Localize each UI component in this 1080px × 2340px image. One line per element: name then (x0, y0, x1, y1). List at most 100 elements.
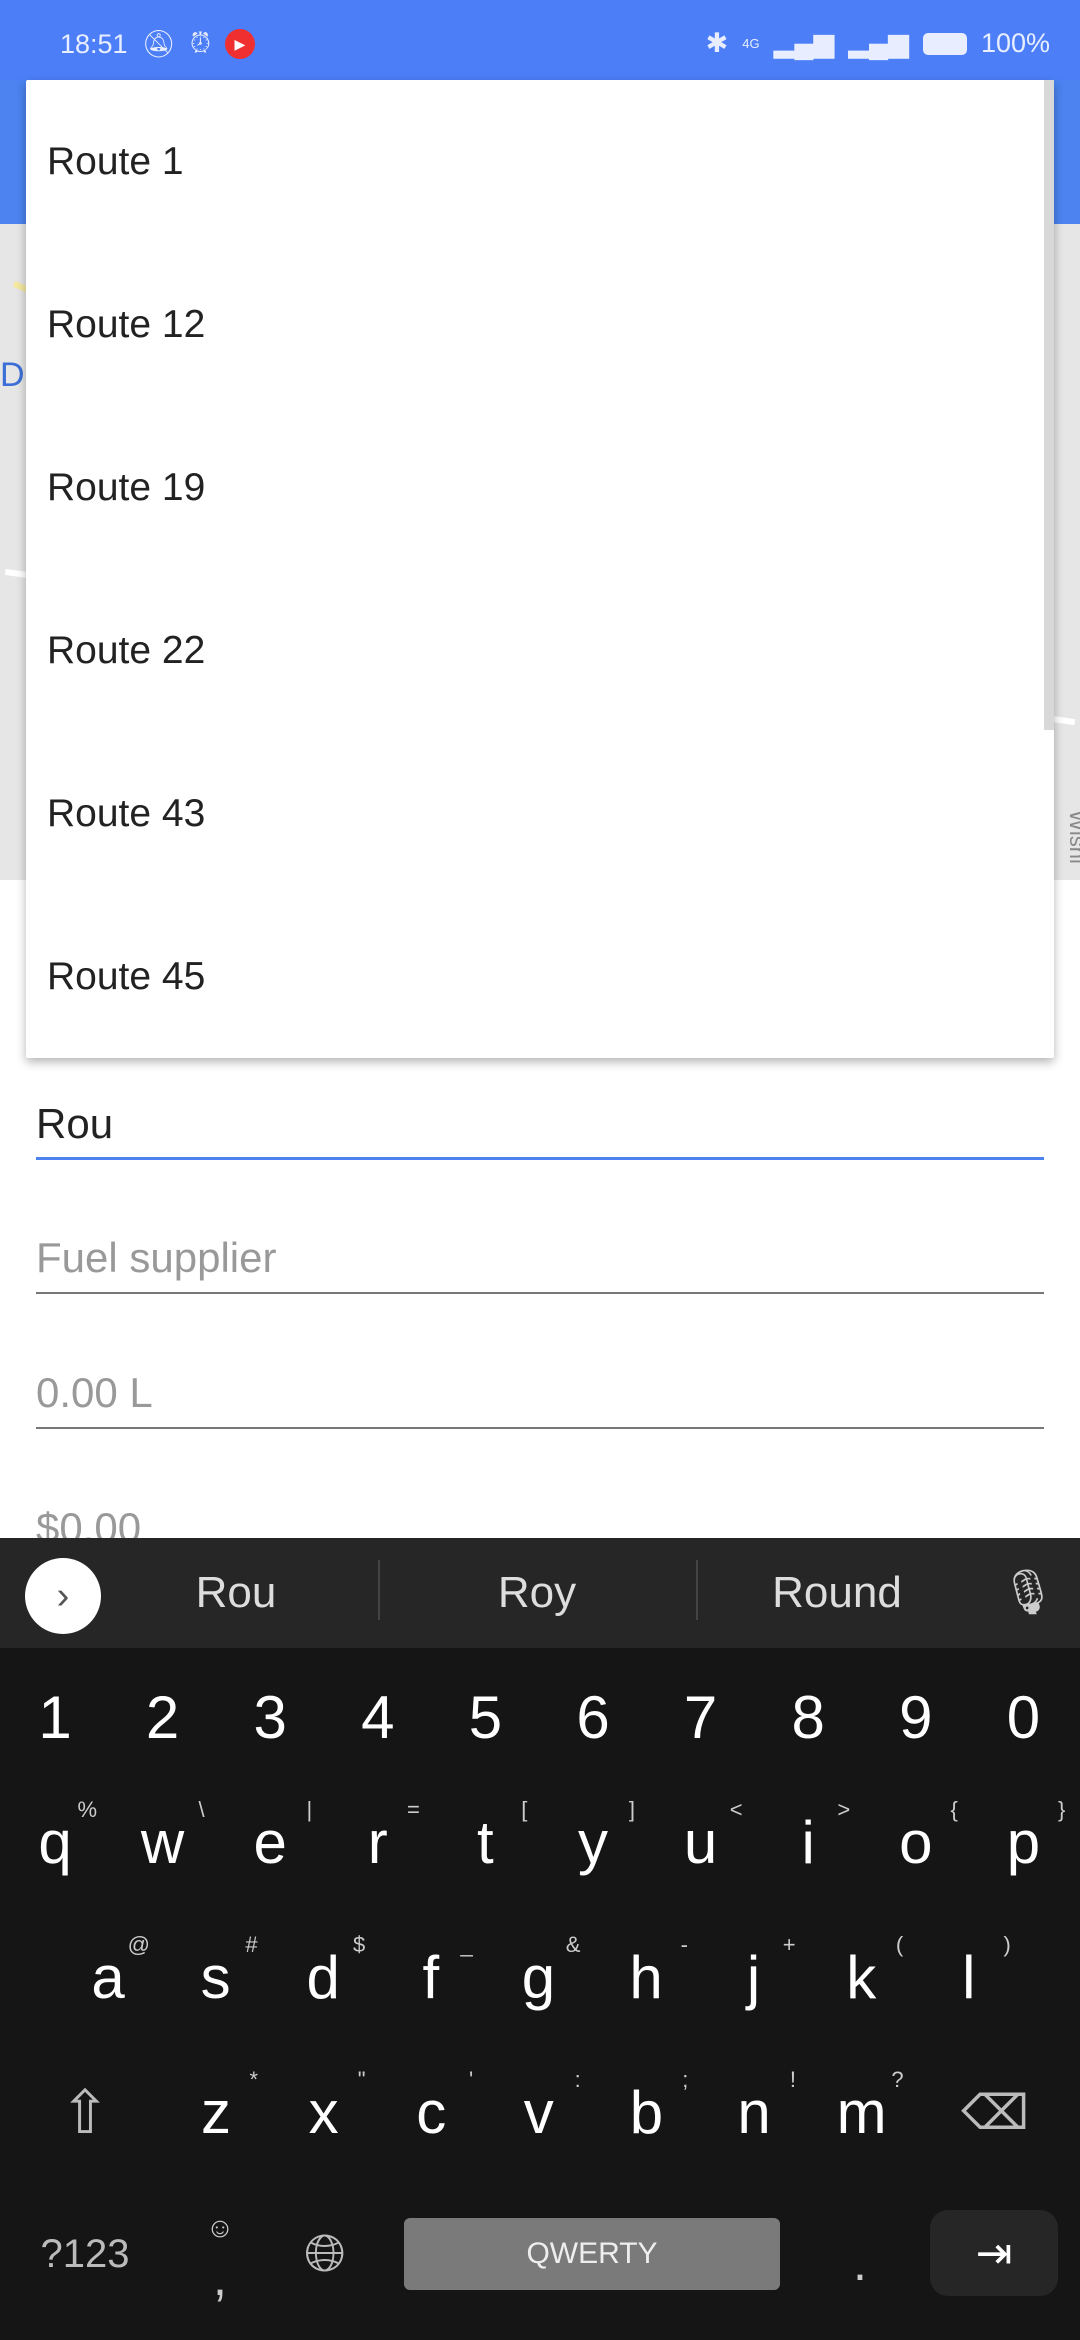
dropdown-item[interactable]: Route 43 (26, 732, 1054, 895)
key[interactable]: m? (812, 2045, 912, 2180)
key-label: x (308, 2079, 339, 2146)
alarm-icon: ⏰︎ (189, 28, 211, 58)
key-label: 0 (1006, 1684, 1041, 1751)
key[interactable]: 9 (866, 1650, 966, 1785)
suggestion[interactable]: Round (687, 1538, 987, 1648)
key[interactable]: p} (973, 1775, 1073, 1910)
key[interactable]: s # (166, 1910, 266, 2045)
key[interactable]: 2 (113, 1650, 213, 1785)
dropdown-item[interactable]: Route 22 (26, 569, 1054, 732)
key-row: ⇧ ⌫ z * x " c ' v: b; n! m? (0, 2045, 1080, 2180)
key-label: w (140, 1809, 185, 1876)
key-label: 7 (683, 1684, 718, 1751)
comma-key[interactable]: ☺, (170, 2212, 270, 2308)
key-hint: ' (468, 2067, 474, 2092)
key[interactable]: x " (274, 2045, 374, 2180)
key[interactable]: t[ (435, 1775, 535, 1910)
key-hint: > (837, 1797, 851, 1822)
key-hint: [ (521, 1797, 528, 1822)
key[interactable]: 4 (328, 1650, 428, 1785)
key-hint: - (680, 1932, 688, 1957)
status-bar: 18:51 🔕︎ ⏰︎ ▶ ✱ 4G ▂▄▆ ▂▄▆ 100% (0, 0, 1080, 80)
suggestion[interactable]: Roy (387, 1538, 687, 1648)
globe-icon[interactable]: 🌐︎ (275, 2218, 375, 2290)
key[interactable]: 6 (543, 1650, 643, 1785)
dropdown-item[interactable]: Route 12 (26, 243, 1054, 406)
divider (378, 1560, 380, 1620)
key-label: j (746, 1944, 761, 2011)
key[interactable]: e | (220, 1775, 320, 1910)
key[interactable]: o{ (866, 1775, 966, 1910)
key[interactable]: 1 (5, 1650, 105, 1785)
key[interactable]: 3 (220, 1650, 320, 1785)
key[interactable]: i > (758, 1775, 858, 1910)
fuel-supplier-input[interactable]: Fuel supplier (36, 1234, 1044, 1294)
key[interactable]: c ' (381, 2045, 481, 2180)
key-hint: _ (460, 1932, 473, 1957)
key[interactable]: u < (651, 1775, 751, 1910)
key-label: 9 (899, 1684, 933, 1751)
key-hint: $ (352, 1932, 366, 1957)
dropdown-item[interactable]: Route 45 (26, 895, 1054, 1058)
key[interactable]: b; (596, 2045, 696, 2180)
key-label: b (629, 2079, 664, 2146)
shift-icon[interactable]: ⇧ (30, 2045, 140, 2180)
key[interactable]: v: (489, 2045, 589, 2180)
symbols-key[interactable]: ?123 (20, 2218, 150, 2290)
key[interactable]: g & (488, 1910, 588, 2045)
network-type: 4G (742, 36, 760, 51)
route-input[interactable]: Rou (36, 1100, 1044, 1160)
key-label: o (899, 1809, 933, 1876)
key-hint: : (574, 2067, 581, 2092)
key[interactable]: 8 (758, 1650, 858, 1785)
space-bar[interactable]: QWERTY (404, 2218, 780, 2290)
dropdown-item[interactable]: Route 19 (26, 406, 1054, 569)
key[interactable]: l) (919, 1910, 1019, 2045)
key[interactable]: j + (704, 1910, 804, 2045)
dropdown-item[interactable]: Route 1 (26, 80, 1054, 243)
key-row: q% w \ e | r = t[y] u < i > o{p} (0, 1775, 1080, 1910)
key-hint: @ (127, 1932, 150, 1957)
key-label: p (1006, 1809, 1041, 1876)
key[interactable]: z * (166, 2045, 266, 2180)
key[interactable]: 5 (435, 1650, 535, 1785)
suggestion[interactable]: Rou (86, 1538, 386, 1648)
key-hint: ? (891, 2067, 904, 2092)
key-label: 6 (576, 1684, 610, 1751)
key-label: s (200, 1944, 231, 2011)
key-label: 3 (253, 1684, 287, 1751)
key[interactable]: 7 (651, 1650, 751, 1785)
key-label: e (253, 1809, 287, 1876)
key[interactable]: a @ (58, 1910, 158, 2045)
key-label: 5 (468, 1684, 503, 1751)
key-hint: < (729, 1797, 743, 1822)
key-hint: | (306, 1797, 313, 1822)
key-label: y (578, 1809, 608, 1876)
route-dropdown[interactable]: Route 1 Route 12 Route 19 Route 22 Route… (26, 80, 1054, 1058)
microphone-icon[interactable]: 🎙︎ (1000, 1566, 1056, 1618)
key-hint: ; (682, 2067, 689, 2092)
key[interactable]: d $ (273, 1910, 373, 2045)
bottom-row: ?123 ☺, 🌐︎ QWERTY . ⇥ (0, 2210, 1080, 2318)
key-label: 8 (791, 1684, 825, 1751)
backspace-icon[interactable]: ⌫ (940, 2045, 1050, 2180)
key[interactable]: f _ (381, 1910, 481, 2045)
tab-next-icon[interactable]: ⇥ (930, 2210, 1058, 2296)
period-key[interactable]: . (810, 2218, 910, 2308)
key[interactable]: q% (5, 1775, 105, 1910)
key[interactable]: y] (543, 1775, 643, 1910)
key-label: n (737, 2079, 771, 2146)
key[interactable]: w \ (113, 1775, 213, 1910)
number-row: 1 2 3 4 5 6 7 8 9 0 (0, 1650, 1080, 1785)
key[interactable]: n! (704, 2045, 804, 2180)
key-label: c (416, 2079, 447, 2146)
key-label: 4 (361, 1684, 395, 1751)
scrollbar[interactable] (1044, 80, 1054, 730)
key[interactable]: h- (596, 1910, 696, 2045)
key[interactable]: 0 (973, 1650, 1073, 1785)
key-hint: # (245, 1932, 258, 1957)
key[interactable]: r = (328, 1775, 428, 1910)
key[interactable]: k( (811, 1910, 911, 2045)
volume-input[interactable]: 0.00 L (36, 1369, 1044, 1429)
mute-bell-icon: 🔕︎ (141, 29, 176, 59)
